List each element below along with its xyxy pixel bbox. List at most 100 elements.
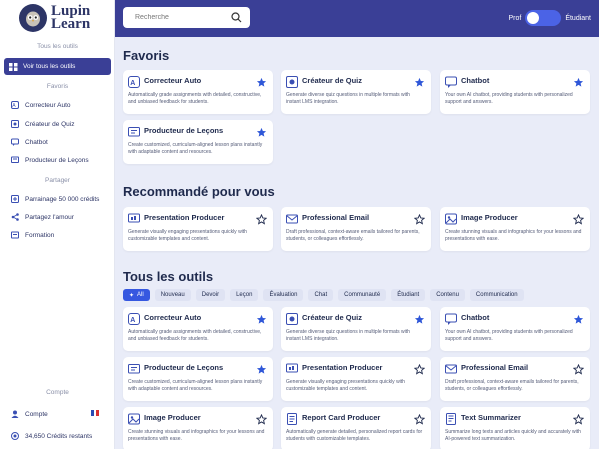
star-filled-icon[interactable]	[573, 75, 584, 93]
sidebar-item-label: Compte	[25, 410, 48, 418]
tool-card[interactable]: Image Producer Create stunning visuals an…	[123, 407, 273, 449]
star-filled-icon[interactable]	[573, 312, 584, 330]
recommended-heading: Recommandé pour vous	[123, 184, 275, 199]
star-filled-icon[interactable]	[256, 75, 267, 93]
filter-chip[interactable]: Nouveau	[154, 289, 191, 301]
chatbot-icon	[11, 138, 19, 146]
presentation-icon	[286, 363, 298, 375]
all-tools-button[interactable]: Voir tous les outils	[4, 58, 111, 75]
star-outline-icon[interactable]	[572, 412, 585, 430]
tool-card[interactable]: A Correcteur Auto Automatically grade assi…	[123, 70, 273, 114]
image-icon	[445, 213, 457, 225]
auto-grade-icon: A	[128, 313, 140, 325]
filter-chip-label: All	[137, 292, 144, 298]
sidebar: Lupin Learn Tous les outils Voir tous le…	[0, 0, 115, 449]
tool-card-description: Create stunning visuals and infographics…	[445, 229, 582, 242]
star-filled-icon[interactable]	[414, 75, 425, 93]
tool-card[interactable]: A Correcteur Auto Automatically grade assi…	[123, 307, 273, 351]
sidebar-item-account[interactable]: Compte	[11, 410, 48, 418]
tool-card[interactable]: Presentation Producer Generate visually e…	[281, 357, 431, 401]
tool-card-title: Report Card Producer	[302, 413, 381, 422]
role-toggle-group: Prof Étudiant	[508, 10, 591, 26]
tool-card-description: Your own AI chatbot, providing students …	[445, 329, 573, 342]
star-filled-icon[interactable]	[256, 312, 267, 330]
report-card-icon	[286, 413, 298, 425]
tool-card-description: Create customized, curriculum-aligned le…	[128, 379, 263, 392]
tool-card[interactable]: Chatbot Your own AI chatbot, providing st…	[440, 70, 590, 114]
filter-chip-label: Étudiant	[397, 292, 420, 298]
tool-card[interactable]: Professional Email Draft professional, co…	[440, 357, 590, 401]
filter-chip-label: Communication	[475, 292, 518, 298]
sidebar-item-lesson-producer[interactable]: Producteur de Leçons	[11, 156, 89, 164]
star-outline-icon[interactable]	[413, 412, 426, 430]
tool-card-description: Generate diverse quiz questions in multi…	[286, 329, 410, 342]
tool-card-title: Correcteur Auto	[144, 313, 202, 322]
tool-card-title: Text Summarizer	[461, 413, 521, 422]
filter-chip[interactable]: Évaluation	[263, 289, 304, 301]
app-logo[interactable]: Lupin Learn	[19, 4, 90, 32]
sidebar-item-share-love[interactable]: Partagez l'amour	[11, 213, 74, 221]
star-outline-icon[interactable]	[572, 212, 585, 230]
tool-card-title: Image Producer	[461, 213, 518, 222]
tool-card[interactable]: Créateur de Quiz Generate diverse quiz qu…	[281, 307, 431, 351]
sidebar-item-label: Parrainage 50 000 crédits	[25, 195, 100, 203]
tool-card-title: Créateur de Quiz	[302, 76, 363, 85]
chatbot-icon	[445, 313, 457, 325]
sidebar-item-label: Partagez l'amour	[25, 213, 74, 221]
star-filled-icon[interactable]	[256, 362, 267, 380]
tool-card-title: Image Producer	[144, 413, 201, 422]
filter-chip[interactable]: Communauté	[338, 289, 387, 301]
search-icon[interactable]	[231, 12, 242, 23]
tool-card[interactable]: Producteur de Leçons Create customized, c…	[123, 120, 273, 164]
filter-chip[interactable]: Contenu	[430, 289, 465, 301]
sidebar-item-quiz-creator[interactable]: Créateur de Quiz	[11, 120, 75, 128]
star-outline-icon[interactable]	[255, 412, 268, 430]
sidebar-item-training[interactable]: Formation	[11, 231, 54, 239]
filter-chip[interactable]: Devoir	[195, 289, 226, 301]
top-header: Prof Étudiant	[115, 0, 599, 37]
sidebar-item-referral[interactable]: Parrainage 50 000 crédits	[11, 195, 99, 203]
search-box[interactable]	[123, 7, 250, 28]
filter-chips: ✦ All Nouveau Devoir Leçon Évaluation Chat Comm…	[123, 289, 529, 301]
tool-card-title: Professional Email	[461, 363, 529, 372]
filter-chip[interactable]: Étudiant	[391, 289, 426, 301]
tool-card[interactable]: Chatbot Your own AI chatbot, providing st…	[440, 307, 590, 351]
sidebar-item-label: Créateur de Quiz	[25, 120, 75, 128]
tool-card[interactable]: Image Producer Create stunning visuals an…	[440, 207, 590, 251]
star-filled-icon[interactable]	[414, 312, 425, 330]
user-icon	[11, 410, 19, 418]
filter-chip-label: Nouveau	[160, 292, 185, 298]
auto-grade-icon: A	[11, 101, 19, 109]
tool-card-description: Create stunning visuals and infographics…	[128, 429, 265, 442]
tool-card[interactable]: Presentation Producer Generate visually e…	[123, 207, 273, 251]
filter-chip[interactable]: Communication	[469, 289, 524, 301]
lesson-icon	[128, 363, 140, 375]
star-filled-icon[interactable]	[256, 125, 267, 143]
all-tools-label: Voir tous les outils	[23, 63, 76, 70]
tool-card-description: Generate diverse quiz questions in multi…	[286, 92, 410, 105]
filter-chip[interactable]: ✦ All	[123, 289, 150, 301]
french-flag-icon[interactable]	[91, 410, 100, 416]
filter-chip[interactable]: Chat	[308, 289, 334, 301]
sidebar-item-label: Producteur de Leçons	[25, 156, 89, 164]
star-outline-icon[interactable]	[255, 212, 268, 230]
tool-card[interactable]: Report Card Producer Automatically genera…	[281, 407, 431, 449]
role-toggle[interactable]	[525, 10, 562, 26]
sidebar-item-credits: 34,650 Crédits restants	[11, 432, 92, 440]
tool-card[interactable]: Producteur de Leçons Create customized, c…	[123, 357, 273, 401]
sidebar-item-label: Formation	[25, 231, 55, 239]
sidebar-item-chatbot[interactable]: Chatbot	[11, 138, 48, 146]
tool-card[interactable]: Text Summarizer Summarize long texts and …	[440, 407, 590, 449]
sidebar-section-all-tools: Tous les outils	[37, 43, 78, 50]
tool-card-title: Chatbot	[461, 313, 490, 322]
filter-chip[interactable]: Leçon	[230, 289, 259, 301]
star-outline-icon[interactable]	[413, 212, 426, 230]
search-input[interactable]	[135, 14, 230, 21]
star-outline-icon[interactable]	[413, 362, 426, 380]
tool-card[interactable]: Créateur de Quiz Generate diverse quiz qu…	[281, 70, 431, 114]
tool-card-title: Presentation Producer	[302, 363, 383, 372]
filter-chip-label: Évaluation	[269, 292, 298, 298]
star-outline-icon[interactable]	[572, 362, 585, 380]
tool-card[interactable]: Professional Email Draft professional, co…	[281, 207, 431, 251]
sidebar-item-auto-grader[interactable]: A Correcteur Auto	[11, 101, 71, 109]
